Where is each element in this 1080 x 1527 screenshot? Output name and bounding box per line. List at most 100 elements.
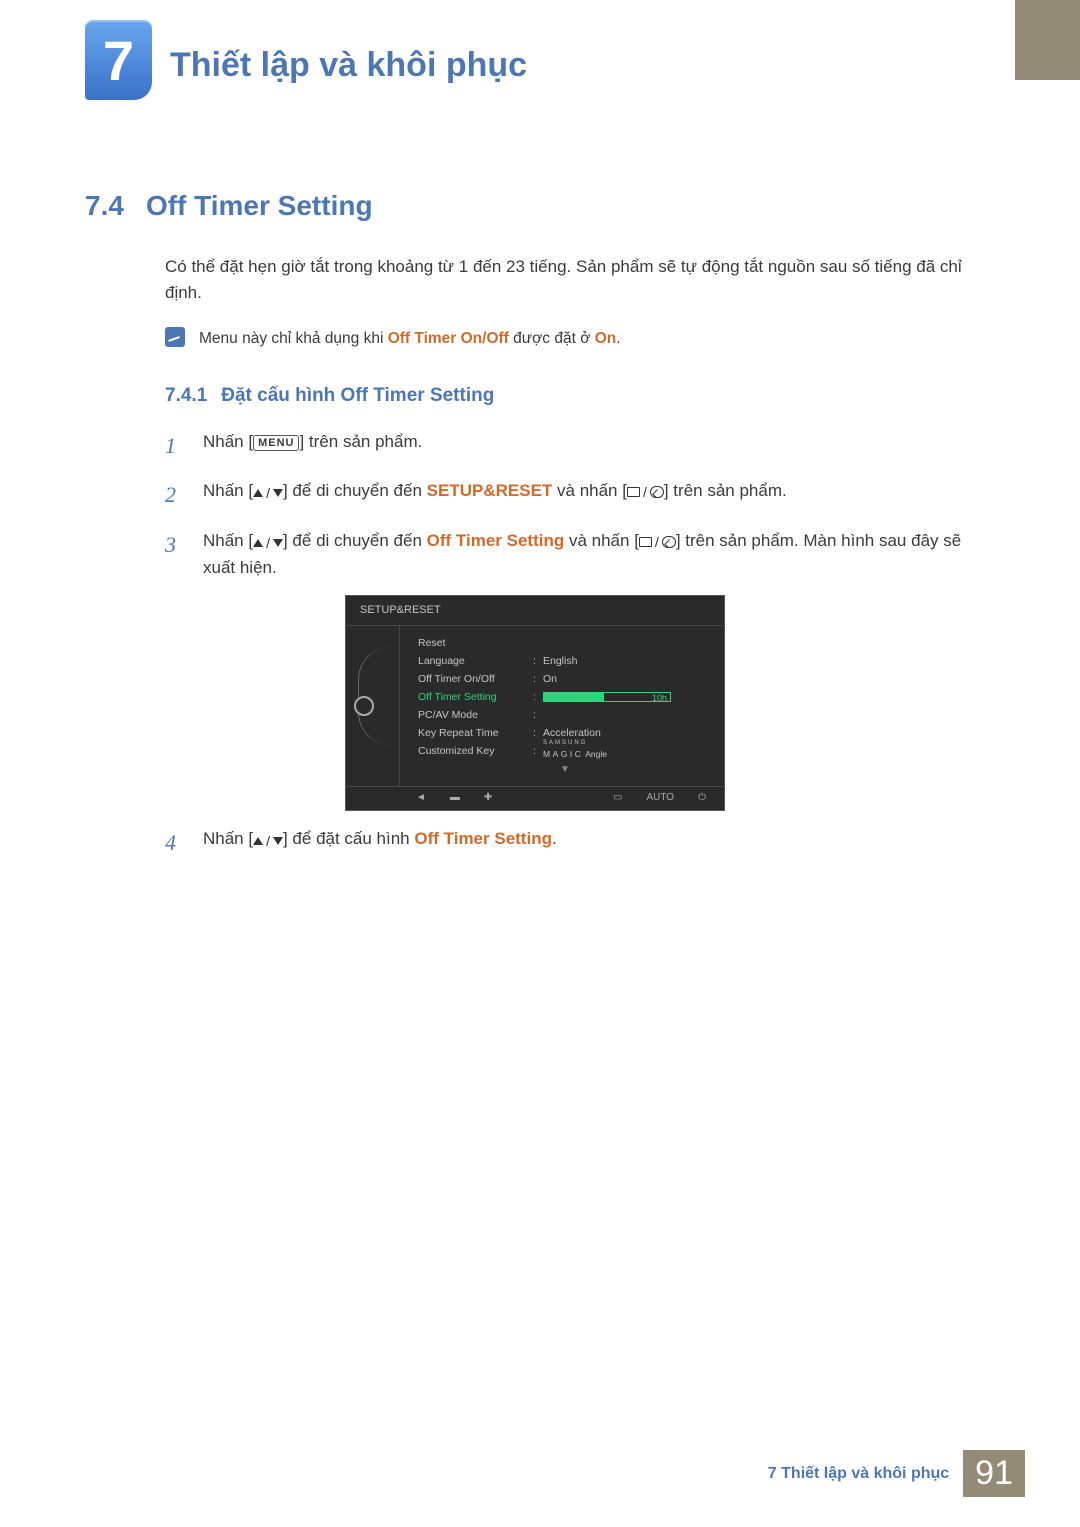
osd-label: PC/AV Mode [418,707,533,723]
osd-menu-list: Reset Language : English Off Timer On/Of… [400,626,724,786]
osd-row-onoff: Off Timer On/Off : On [418,670,712,688]
page-number: 91 [963,1450,1025,1497]
text-frag: ] trên sản phẩm. [664,481,787,500]
osd-row-reset: Reset [418,634,712,652]
plus-icon: ✚ [484,790,492,806]
section-title: Off Timer Setting [146,190,373,222]
text-frag: . [552,829,557,848]
steps-list: 1 Nhấn [MENU] trên sản phẩm. 2 Nhấn [/] … [165,428,975,581]
source-enter-keys-icon: / [627,485,664,499]
osd-panel: SETUP&RESET Reset Language [345,595,725,812]
text-frag: Nhấn [ [203,829,253,848]
osd-value: English [543,653,712,669]
magic-sup: SAMSUNG [543,740,712,746]
step-text: Nhấn [/] để đặt cấu hình Off Timer Setti… [203,825,975,860]
text-frag: Nhấn [ [203,432,253,451]
menu-button-chip: MENU [253,435,299,451]
em-setup-reset: SETUP&RESET [427,481,553,500]
source-icon: ▭ [613,790,622,806]
step-text: Nhấn [/] để di chuyển đến Off Timer Sett… [203,527,975,581]
step-text: Nhấn [MENU] trên sản phẩm. [203,428,975,463]
page-content: 7.4 Off Timer Setting Có thể đặt hẹn giờ… [85,190,975,875]
page-footer: 7 Thiết lập và khôi phục 91 [768,1450,1025,1497]
step-2: 2 Nhấn [/] để di chuyển đến SETUP&RESET … [165,477,975,512]
osd-value-bar: 10h [543,692,712,702]
osd-colon: : [533,707,543,723]
text-frag: và nhấn [ [552,481,627,500]
text-frag: ] trên sản phẩm. [299,432,422,451]
osd-label: Customized Key [418,743,533,759]
note-post: . [616,330,620,347]
osd-label: Off Timer Setting [418,689,533,705]
step-number: 1 [165,428,183,463]
osd-footer-right-icons: ▭ AUTO ⏻ [613,790,706,806]
up-down-keys-icon: / [253,536,283,550]
osd-footer-left-icons: ◄ ▬ ✚ [416,790,492,806]
footer-crumb: 7 Thiết lập và khôi phục [768,1465,949,1483]
osd-footer: ◄ ▬ ✚ ▭ AUTO ⏻ [346,786,724,811]
osd-label: Key Repeat Time [418,725,533,741]
subsection-heading: 7.4.1 Đặt cấu hình Off Timer Setting [165,381,975,410]
step-number: 2 [165,477,183,512]
osd-label: Reset [418,635,533,651]
step-3: 3 Nhấn [/] để di chuyển đến Off Timer Se… [165,527,975,581]
osd-row-setting-active: Off Timer Setting : 10h [418,688,712,706]
osd-colon: : [533,689,543,705]
source-enter-keys-icon: / [639,535,676,549]
osd-progress-bar: 10h [543,692,671,702]
left-arrow-icon: ◄ [416,790,426,806]
osd-colon: : [533,653,543,669]
em-off-timer-setting: Off Timer Setting [414,829,552,848]
up-down-keys-icon: / [253,486,283,500]
power-icon: ⏻ [698,790,706,806]
osd-progress-fill [544,693,604,701]
note-pre: Menu này chỉ khả dụng khi [199,330,388,347]
osd-value: Acceleration [543,725,712,741]
text-frag: ] để đặt cấu hình [283,829,414,848]
note-em-2: On [595,330,617,347]
step-number: 4 [165,825,183,860]
step-1: 1 Nhấn [MENU] trên sản phẩm. [165,428,975,463]
text-frag: và nhấn [ [564,531,639,550]
step-number: 3 [165,527,183,581]
note-em-1: Off Timer On/Off [388,330,509,347]
osd-label: Language [418,653,533,669]
gear-icon [354,696,374,716]
steps-list-cont: 4 Nhấn [/] để đặt cấu hình Off Timer Set… [165,825,975,860]
text-frag: Nhấn [ [203,481,253,500]
osd-row-pcav: PC/AV Mode : [418,706,712,724]
osd-colon: : [533,725,543,741]
note-icon [165,327,185,347]
chapter-title: Thiết lập và khôi phục [170,46,527,85]
subsection-number: 7.4.1 [165,381,207,410]
note-mid: được đặt ở [509,330,595,347]
up-down-keys-icon: / [253,834,283,848]
chapter-number-tab: 7 [85,20,152,100]
chapter-header: 7 Thiết lập và khôi phục [85,20,527,100]
note-block: Menu này chỉ khả dụng khi Off Timer On/O… [165,327,975,351]
magic-label: SAMSUNG MAGIC Angle [543,740,712,759]
text-frag: ] để di chuyển đến [283,531,427,550]
osd-progress-text: 10h [652,692,667,706]
corner-strip [1015,0,1080,80]
osd-body: Reset Language : English Off Timer On/Of… [346,626,724,786]
step-text: Nhấn [/] để di chuyển đến SETUP&RESET và… [203,477,975,512]
em-off-timer-setting: Off Timer Setting [427,531,565,550]
section-heading: 7.4 Off Timer Setting [85,190,975,222]
osd-row-customkey: Customized Key : SAMSUNG MAGIC Angle [418,742,712,760]
intro-text: Có thể đặt hẹn giờ tắt trong khoảng từ 1… [165,254,975,307]
osd-title: SETUP&RESET [346,596,724,626]
osd-row-language: Language : English [418,652,712,670]
osd-value: On [543,671,712,687]
minus-icon: ▬ [450,790,460,806]
section-body: Có thể đặt hẹn giờ tắt trong khoảng từ 1… [165,254,975,861]
osd-screenshot: SETUP&RESET Reset Language [345,595,975,812]
note-text: Menu này chỉ khả dụng khi Off Timer On/O… [199,327,621,351]
auto-label: AUTO [646,790,674,806]
osd-side-icons [346,626,400,786]
text-frag: ] để di chuyển đến [283,481,427,500]
osd-label: Off Timer On/Off [418,671,533,687]
osd-value: SAMSUNG MAGIC Angle [543,740,712,762]
magic-main: MAGIC [543,749,583,759]
text-frag: Nhấn [ [203,531,253,550]
